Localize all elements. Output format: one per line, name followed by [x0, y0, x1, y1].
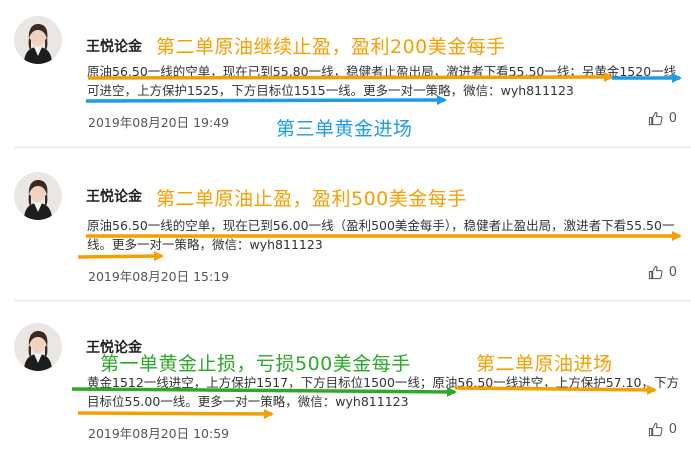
post-annotation: 第二单原油止盈，盈利500美金每手	[156, 188, 467, 210]
post-body: 黄金1512一线进空，上方保护1517，下方目标位1500一线；原油56.50一…	[87, 375, 680, 409]
author-name[interactable]: 王悦论金	[86, 36, 142, 56]
thumbs-up-icon	[648, 422, 663, 437]
post-card: 王悦论金 第一单黄金止损，亏损500美金每手 第二单原油进场 黄金1512一线进…	[0, 301, 691, 450]
thumbs-up-icon	[648, 111, 663, 126]
post-extra-annotation: 第三单黄金进场	[276, 118, 413, 140]
post-body: 原油56.50一线的空单，现在已到55.80一线，稳健者止盈出局，激进者下看55…	[87, 64, 677, 98]
thumbs-up-icon	[648, 265, 663, 280]
post-timestamp: 2019年08月20日 19:49	[88, 115, 230, 130]
like-button[interactable]: 0	[648, 422, 677, 437]
post-body: 原油56.50一线的空单，现在已到56.00一线（盈利500美金每手），稳健者止…	[87, 218, 675, 252]
post-divider	[14, 147, 691, 148]
like-count: 0	[668, 265, 677, 280]
post-timestamp: 2019年08月20日 15:19	[88, 269, 230, 284]
like-button[interactable]: 0	[648, 265, 677, 280]
post-annotation: 第二单原油继续止盈，盈利200美金每手	[156, 36, 506, 58]
avatar-image	[14, 323, 62, 371]
avatar[interactable]	[14, 16, 62, 64]
avatar[interactable]	[14, 172, 62, 220]
post-extra-annotation: 第二单原油进场	[476, 353, 613, 375]
post-card: 王悦论金 第二单原油止盈，盈利500美金每手 原油56.50一线的空单，现在已到…	[0, 150, 691, 301]
like-count: 0	[668, 422, 677, 437]
avatar-image	[14, 16, 62, 64]
author-name[interactable]: 王悦论金	[86, 186, 142, 206]
post-timestamp: 2019年08月20日 10:59	[88, 426, 230, 441]
like-button[interactable]: 0	[648, 111, 677, 126]
avatar[interactable]	[14, 323, 62, 371]
post-feed: 王悦论金 第二单原油继续止盈，盈利200美金每手 原油56.50一线的空单，现在…	[0, 0, 691, 450]
avatar-image	[14, 172, 62, 220]
post-annotation: 第一单黄金止损，亏损500美金每手	[100, 353, 411, 375]
post-card: 王悦论金 第二单原油继续止盈，盈利200美金每手 原油56.50一线的空单，现在…	[0, 0, 691, 150]
like-count: 0	[668, 111, 677, 126]
